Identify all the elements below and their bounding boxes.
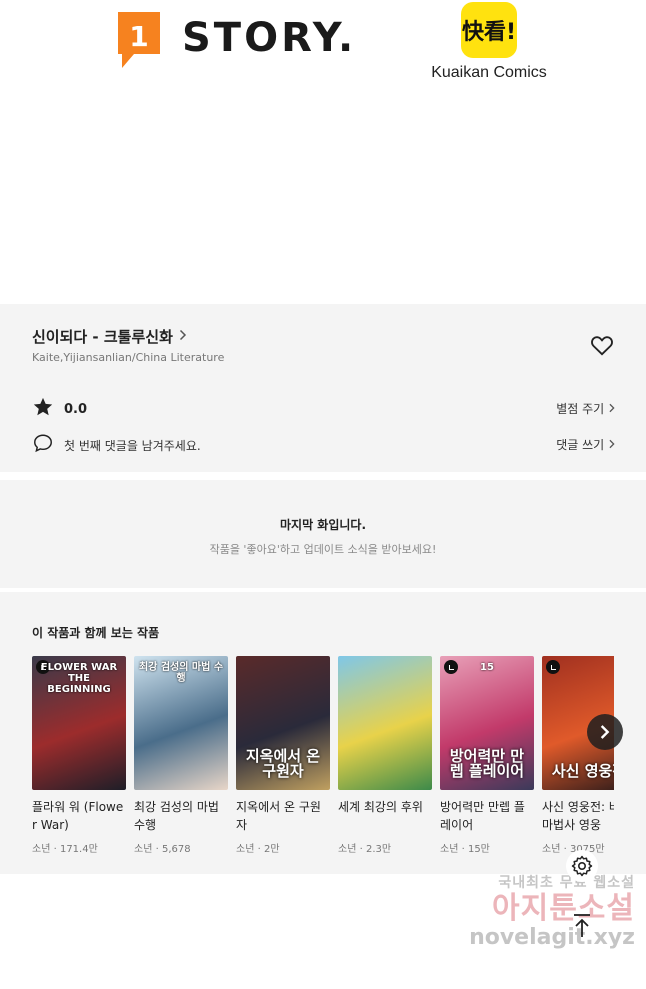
last-episode-section: 마지막 화입니다. 작품을 '좋아요'하고 업데이트 소식을 받아보세요! bbox=[0, 480, 646, 588]
recommendations-section: 이 작품과 함께 보는 작품 FLOWER WAR THE BEGINNING 플… bbox=[0, 592, 646, 874]
story-logo-text: STORY. bbox=[182, 15, 357, 61]
heart-icon[interactable] bbox=[589, 332, 615, 358]
cover-image: 지옥에서 온 구원자 bbox=[236, 656, 330, 790]
card-title: 방어력만 만렙 플레이어 bbox=[440, 800, 525, 832]
star-icon bbox=[32, 396, 54, 422]
write-comment-link[interactable]: 댓글 쓰기 bbox=[520, 436, 616, 453]
card-genre: 소년 bbox=[32, 844, 51, 855]
rating-row: 0.0 bbox=[32, 396, 87, 422]
kuaikan-badge: 快看! bbox=[461, 2, 517, 58]
chevron-right-icon bbox=[600, 725, 610, 739]
last-episode-title: 마지막 화입니다. bbox=[279, 518, 367, 532]
story-logo-mark: 1 bbox=[116, 10, 162, 70]
watermark-line1: 국내최초 무료 웹소설 bbox=[498, 875, 635, 891]
chevron-right-icon bbox=[608, 402, 616, 416]
work-info-section: 신이되다 - 크툴루신화 Kaite,Yijiansanlian/China L… bbox=[0, 304, 646, 472]
story-logo: 1 STORY. bbox=[116, 10, 356, 70]
comment-row[interactable]: 첫 번째 댓글을 남겨주세요. bbox=[32, 432, 201, 458]
meta-separator: · bbox=[458, 844, 468, 855]
viewer-page: 1 STORY. 快看! Kuaikan Comics 신이되다 - 크툴루신화… bbox=[0, 0, 646, 989]
cover-image: 15 방어력만 만렙 플레이어 bbox=[440, 656, 534, 790]
card-views: 2.3만 bbox=[365, 844, 392, 855]
recommendations-heading: 이 작품과 함께 보는 작품 bbox=[32, 626, 160, 640]
scroll-top-button[interactable] bbox=[566, 906, 598, 946]
carousel-next-button[interactable] bbox=[587, 714, 623, 750]
meta-separator: · bbox=[50, 844, 60, 855]
cover-top-text: 최강 검성의 마법 수행 bbox=[138, 662, 224, 684]
card-title: 플라워 워 (Flower War) bbox=[32, 800, 124, 832]
arrow-up-icon bbox=[574, 914, 590, 937]
recommendation-card[interactable]: FLOWER WAR THE BEGINNING 플라워 워 (Flower Wa… bbox=[32, 656, 126, 855]
cover-top-text: FLOWER WAR THE BEGINNING bbox=[40, 662, 118, 695]
card-meta: 소년 · 2.3만 bbox=[338, 840, 432, 855]
recommendation-card[interactable]: 지옥에서 온 구원자 지옥에서 온 구원자 소년 · 2만 bbox=[236, 656, 330, 855]
work-authors: Kaite,Yijiansanlian/China Literature bbox=[32, 351, 225, 364]
recommendation-card[interactable]: 세계 최강의 후위소년 · 2.3만 bbox=[338, 656, 432, 855]
card-genre: 소년 bbox=[134, 844, 153, 855]
recommendation-card[interactable]: 15 방어력만 만렙 플레이어 방어력만 만렙 플레이어 소년 · 15만 bbox=[440, 656, 534, 855]
card-views: 2만 bbox=[263, 844, 280, 855]
card-genre: 소년 bbox=[440, 844, 459, 855]
cover-caption: 사신 영웅전 bbox=[551, 762, 614, 781]
kuaikan-logo: 快看! Kuaikan Comics bbox=[430, 2, 548, 82]
card-genre: 소년 bbox=[338, 844, 357, 855]
cover-caption: 방어력만 만렙 플레이어 bbox=[449, 746, 525, 781]
card-meta: 소년 · 5,678 bbox=[134, 840, 228, 855]
card-genre: 소년 bbox=[542, 844, 561, 855]
card-title: 지옥에서 온 구원자 bbox=[236, 800, 321, 832]
settings-button[interactable] bbox=[566, 850, 598, 882]
clock-icon bbox=[546, 660, 560, 674]
recommendation-card[interactable]: 사신 영웅전사신 영웅전: 바보 마법사 영웅소년 · 3075만 bbox=[542, 656, 614, 855]
card-views: 171.4만 bbox=[59, 844, 98, 855]
meta-separator: · bbox=[152, 844, 162, 855]
cover-top-text: 15 bbox=[480, 662, 494, 673]
meta-separator: · bbox=[254, 844, 264, 855]
watermark-line3: novelagit.xyz bbox=[469, 925, 635, 950]
comment-prompt: 첫 번째 댓글을 남겨주세요. bbox=[64, 438, 201, 453]
last-episode-subtitle: 작품을 '좋아요'하고 업데이트 소식을 받아보세요! bbox=[209, 543, 437, 556]
meta-separator: · bbox=[356, 844, 366, 855]
card-title: 세계 최강의 후위 bbox=[338, 800, 423, 814]
cover-caption: 지옥에서 온 구원자 bbox=[245, 746, 321, 781]
card-views: 15만 bbox=[467, 844, 490, 855]
rating-value: 0.0 bbox=[64, 401, 88, 417]
write-comment-label: 댓글 쓰기 bbox=[556, 438, 605, 452]
card-views: 5,678 bbox=[161, 844, 191, 855]
cover-image bbox=[338, 656, 432, 790]
work-title-link[interactable]: 신이되다 - 크툴루신화 bbox=[32, 326, 187, 347]
card-meta: 소년 · 171.4만 bbox=[32, 840, 126, 855]
recommendation-card[interactable]: 최강 검성의 마법 수행 최강 검성의 마법 수행 소년 · 5,678 bbox=[134, 656, 228, 855]
card-genre: 소년 bbox=[236, 844, 255, 855]
rate-link-label: 별점 주기 bbox=[556, 402, 605, 416]
svg-text:1: 1 bbox=[129, 20, 148, 53]
work-title: 신이되다 - 크툴루신화 bbox=[32, 328, 173, 346]
card-meta: 소년 · 15만 bbox=[440, 840, 534, 855]
kuaikan-logo-text: Kuaikan Comics bbox=[431, 64, 547, 81]
cover-image: FLOWER WAR THE BEGINNING bbox=[32, 656, 126, 790]
card-title: 사신 영웅전: 바보 마법사 영웅 bbox=[542, 800, 614, 832]
chevron-right-icon bbox=[608, 438, 616, 452]
rate-link[interactable]: 별점 주기 bbox=[520, 400, 616, 417]
card-title: 최강 검성의 마법 수행 bbox=[134, 800, 219, 832]
watermark: 국내최초 무료 웹소설 아지툰소설 novelagit.xyz bbox=[445, 872, 635, 950]
chevron-right-icon bbox=[179, 329, 187, 345]
recommendation-carousel: FLOWER WAR THE BEGINNING 플라워 워 (Flower Wa… bbox=[32, 656, 614, 870]
cover-image: 최강 검성의 마법 수행 bbox=[134, 656, 228, 790]
meta-separator: · bbox=[560, 844, 570, 855]
watermark-line2: 아지툰소설 bbox=[492, 891, 635, 926]
comment-icon bbox=[32, 432, 54, 458]
gear-icon bbox=[571, 855, 593, 877]
card-meta: 소년 · 2만 bbox=[236, 840, 330, 855]
